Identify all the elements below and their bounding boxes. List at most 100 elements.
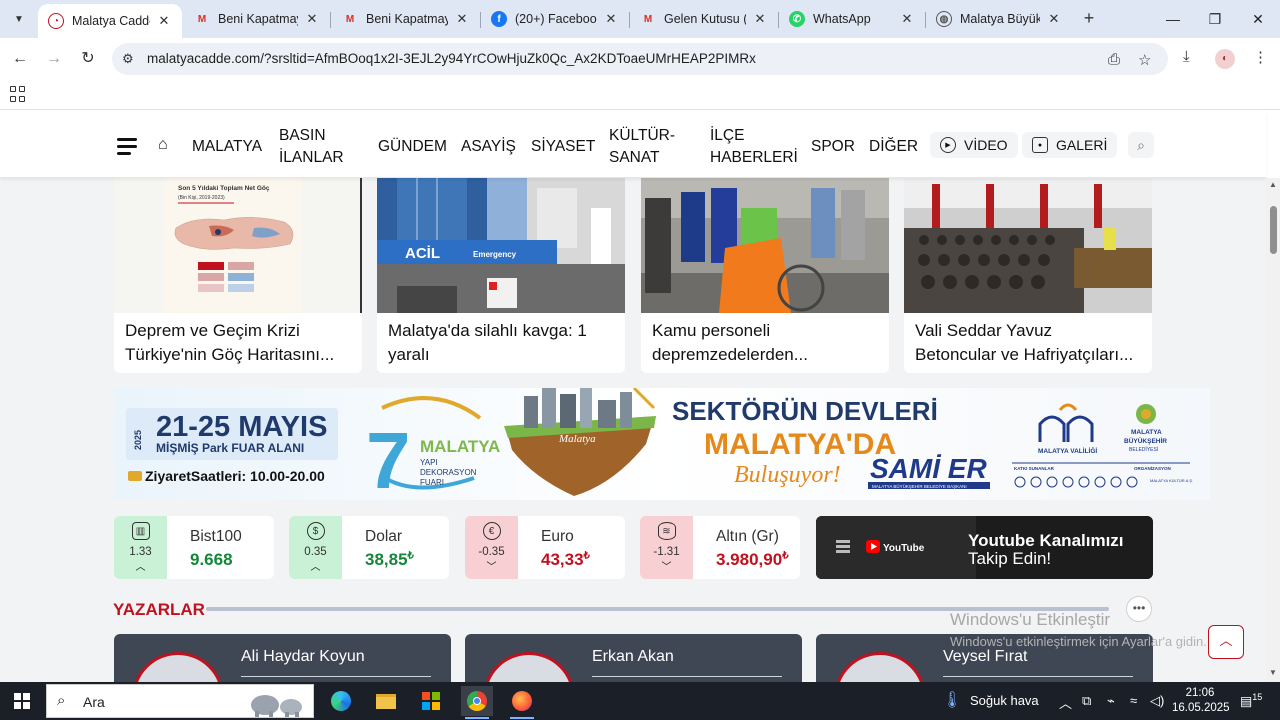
hamburger-menu-icon[interactable] (117, 138, 137, 155)
search-icon[interactable]: ⌕ (1128, 132, 1154, 158)
youtube-line2: Takip Edin! (968, 549, 1051, 568)
firefox-icon[interactable] (506, 686, 538, 719)
tab-beni-kapatmayin-2[interactable]: M Beni Kapatmayı ✕ (332, 4, 480, 34)
ticker-change: -0.35 (478, 546, 505, 558)
author-card[interactable]: Ali Haydar Koyun (114, 634, 451, 682)
author-card[interactable]: Erkan Akan (465, 634, 802, 682)
site-settings-icon[interactable]: ⚙ (122, 51, 134, 67)
scroll-down-arrow-icon[interactable]: ▼ (1269, 668, 1277, 677)
window-close-icon[interactable]: ✕ (1243, 8, 1273, 30)
address-bar[interactable]: ⚙ malatyacadde.com/?srsltid=AfmBOoq1x2I-… (112, 43, 1168, 75)
close-icon[interactable]: ✕ (156, 13, 172, 29)
ticker-altin[interactable]: ≋ -1.31 ﹀ Altın (Gr) 3.980,90₺ (640, 516, 800, 579)
news-image-meeting-hall[interactable] (904, 178, 1152, 313)
tray-chevron-up-icon[interactable]: ︿ (1059, 693, 1072, 712)
slogan-1: SEKTÖRÜN DEVLERİ (672, 396, 938, 426)
reload-icon[interactable]: ↻ (77, 48, 99, 70)
windows-activation-title: Windows'u Etkinleştir (950, 610, 1111, 629)
news-headline[interactable]: Malatya'da silahlı kavga: 1 yaralı (388, 319, 618, 367)
news-card[interactable]: Kamu personeli depremzedelerden... (641, 178, 889, 373)
scroll-up-arrow-icon[interactable]: ▲ (1269, 180, 1277, 189)
news-headline[interactable]: Deprem ve Geçim Krizi Türkiye'nin Göç Ha… (125, 319, 355, 367)
close-icon[interactable]: ✕ (454, 11, 470, 27)
url-text[interactable]: malatyacadde.com/?srsltid=AfmBOoq1x2I-3E… (147, 51, 756, 66)
nav-malatya[interactable]: MALATYA (192, 136, 262, 158)
news-image-public-staff[interactable] (641, 178, 889, 313)
close-icon[interactable]: ✕ (899, 11, 915, 27)
fair-sub-1: YAPI (420, 458, 438, 467)
video-button[interactable]: ▶ VİDEO (930, 132, 1018, 158)
ticker-euro[interactable]: € -0.35 ﹀ Euro 43,33₺ (465, 516, 625, 579)
scroll-to-top-chevron-icon[interactable]: ︿ (1208, 625, 1244, 659)
news-card[interactable]: Son 5 Yıldaki Toplam Net Göç (Bin Kişi, … (114, 178, 362, 373)
headline-line2: yaralı (388, 345, 430, 364)
galeri-button[interactable]: ● GALERİ (1022, 132, 1118, 158)
more-dots-icon[interactable]: ••• (1126, 596, 1152, 622)
close-icon[interactable]: ✕ (603, 11, 619, 27)
nav-asayis[interactable]: ASAYİŞ (461, 136, 516, 158)
page-scrollbar[interactable]: ▲ ▼ (1266, 178, 1280, 682)
ticker-dolar[interactable]: $ 0.35 ︿ Dolar 38,85₺ (289, 516, 449, 579)
volume-icon[interactable]: ◁) (1150, 693, 1164, 709)
close-icon[interactable]: ✕ (1046, 11, 1062, 27)
weather-text[interactable]: Soğuk hava (970, 693, 1039, 708)
nav-ilce-haberleri[interactable]: İLÇE HABERLERİ (710, 125, 798, 169)
profile-avatar-icon[interactable]: ◐ (1215, 49, 1235, 69)
bookmark-star-icon[interactable]: ☆ (1138, 51, 1151, 69)
home-icon[interactable]: ⌂ (158, 136, 168, 154)
minimize-icon[interactable]: — (1158, 8, 1188, 30)
search-icon: ⌕ (57, 692, 66, 709)
file-explorer-icon[interactable] (370, 686, 402, 716)
nav-kultur-sanat[interactable]: KÜLTÜR- SANAT (609, 125, 675, 169)
download-icon[interactable]: ⤓ (1183, 48, 1190, 65)
notifications-icon[interactable]: ▤15 (1240, 692, 1262, 709)
youtube-channel-banner[interactable]: YouTube Youtube Kanalımızı Takip Edin! (816, 516, 1153, 579)
tab-gelen-kutusu[interactable]: M Gelen Kutusu (5 ✕ (630, 4, 778, 34)
tab-beni-kapatmayin-1[interactable]: M Beni Kapatmayı ✕ (184, 4, 330, 34)
taskbar-search-box[interactable]: ⌕ Ara (46, 684, 314, 718)
chrome-icon[interactable] (461, 686, 493, 719)
forward-arrow-icon[interactable]: → (43, 48, 65, 70)
tab-separator (330, 12, 331, 28)
taskbar-clock[interactable]: 21:06 16.05.2025 (1172, 686, 1230, 716)
gmail-favicon-icon: M (197, 13, 207, 25)
whatsapp-favicon-icon: ✆ (789, 11, 805, 27)
back-arrow-icon[interactable]: ← (9, 48, 31, 70)
close-icon[interactable]: ✕ (752, 11, 768, 27)
fair-banner-graphic: 2025 21-25 MAYIS MİŞMİŞ Park FUAR ALANI … (114, 388, 1210, 500)
headline-line1: Deprem ve Geçim Krizi (125, 321, 300, 340)
wifi-icon[interactable]: ≈ (1130, 693, 1137, 708)
nav-spor[interactable]: SPOR (811, 136, 855, 158)
ticker-side: ▥ 1.33 ︿ (114, 516, 167, 579)
maximize-icon[interactable]: ❐ (1200, 8, 1230, 30)
edge-icon[interactable] (325, 686, 357, 716)
network-icon[interactable]: ⌁ (1107, 693, 1115, 709)
ticker-bist100[interactable]: ▥ 1.33 ︿ Bist100 9.668 (114, 516, 274, 579)
tab-search-chevron-icon[interactable]: ▼ (8, 8, 30, 30)
scrollbar-thumb[interactable] (1270, 206, 1277, 254)
microsoft-store-icon[interactable] (415, 686, 447, 716)
nav-siyaset[interactable]: SİYASET (531, 136, 595, 158)
chevron-up-icon: ︿ (135, 562, 146, 573)
close-icon[interactable]: ✕ (304, 11, 320, 27)
nav-gundem[interactable]: GÜNDEM (378, 136, 447, 158)
meet-now-icon[interactable]: ⧉ (1082, 693, 1091, 709)
windows-start-icon[interactable] (14, 693, 30, 709)
news-image-emergency[interactable]: ACİL Emergency (377, 178, 625, 313)
apps-grid-icon[interactable] (10, 86, 26, 102)
tab-malatya-cadde[interactable]: ◔ Malatya Cadde - ✕ (38, 4, 182, 38)
nav-diger[interactable]: DİĞER (869, 136, 918, 158)
nav-basin-ilanlar[interactable]: BASIN İLANLAR (279, 125, 344, 169)
new-tab-plus-icon[interactable]: + (1078, 8, 1100, 30)
fair-advertisement-banner[interactable]: 2025 21-25 MAYIS MİŞMİŞ Park FUAR ALANI … (114, 388, 1210, 500)
tab-whatsapp[interactable]: ✆ WhatsApp ✕ (779, 4, 925, 34)
more-vertical-icon[interactable]: ⋮ (1253, 48, 1268, 66)
install-app-icon[interactable]: ⎙ (1108, 51, 1120, 68)
news-card[interactable]: Vali Seddar Yavuz Betoncular ve Hafriyat… (904, 178, 1152, 373)
news-headline[interactable]: Vali Seddar Yavuz Betoncular ve Hafriyat… (915, 319, 1145, 367)
news-card[interactable]: ACİL Emergency Malatya'da silahlı kavga:… (377, 178, 625, 373)
news-headline[interactable]: Kamu personeli depremzedelerden... (652, 319, 882, 367)
news-image-migration-map[interactable]: Son 5 Yıldaki Toplam Net Göç (Bin Kişi, … (114, 178, 362, 313)
tab-facebook[interactable]: f (20+) Facebook ✕ (481, 4, 629, 34)
tab-malatya-buyuksehir[interactable]: ◍ Malatya Büyükş ✕ (926, 4, 1072, 34)
